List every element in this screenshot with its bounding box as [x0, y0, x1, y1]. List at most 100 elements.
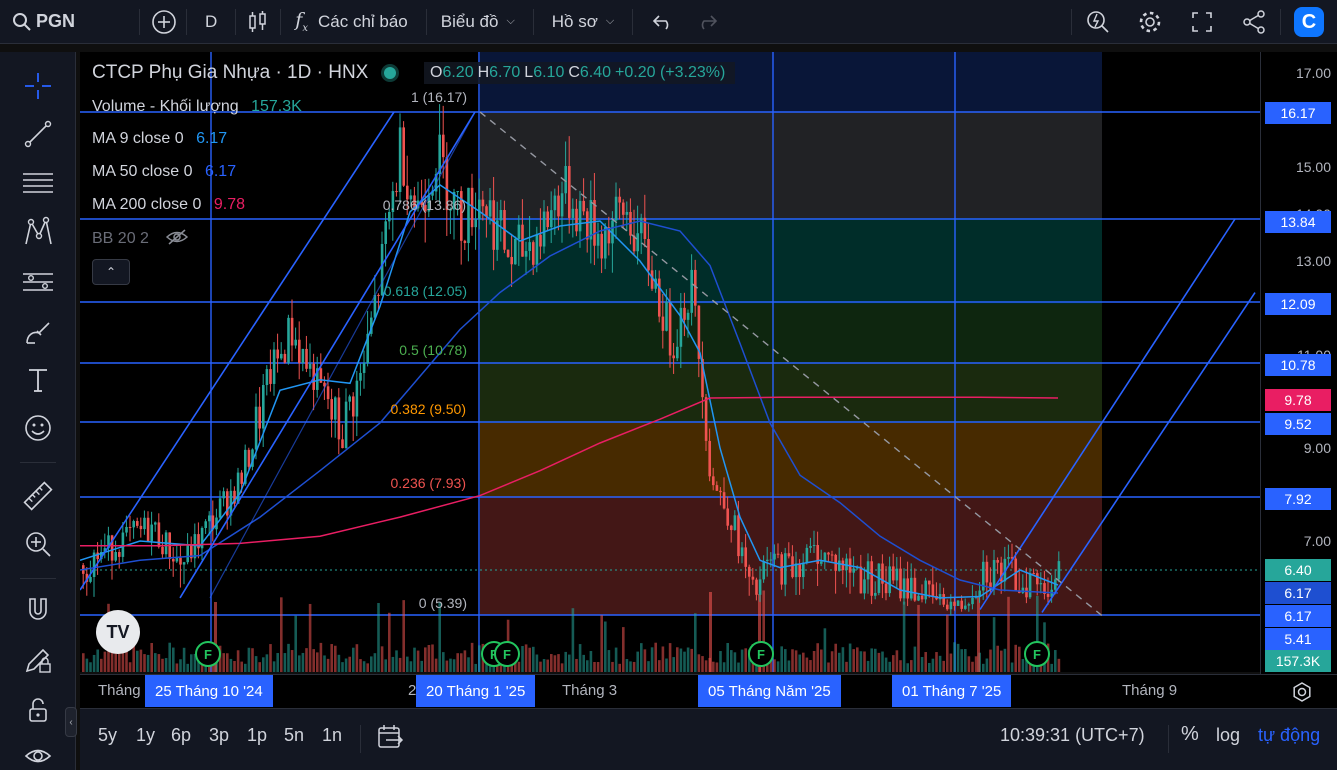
log-toggle[interactable]: log: [1216, 725, 1240, 746]
candle-body: [683, 307, 686, 320]
volume-bar: [622, 627, 625, 672]
candle-body: [118, 552, 121, 557]
volume-bar: [917, 604, 920, 672]
text-icon: [29, 369, 47, 392]
volume-bar: [136, 650, 139, 672]
volume-spike: [977, 597, 980, 672]
dividend-marker[interactable]: F: [1024, 641, 1050, 667]
volume-bar: [316, 652, 319, 672]
price-chart[interactable]: [80, 52, 1260, 672]
ruler-tool[interactable]: [14, 476, 62, 516]
fib-level-label: 0.236 (7.93): [390, 475, 467, 491]
ma50-legend[interactable]: MA 50 close 0 6.17: [92, 163, 236, 181]
candle-body: [359, 372, 362, 381]
chart-type-button[interactable]: [236, 0, 280, 44]
volume-legend[interactable]: Volume - Khối lượng 157.3K: [92, 98, 302, 116]
candle-body: [568, 166, 571, 218]
dividend-marker[interactable]: F: [494, 641, 520, 667]
redo-button[interactable]: [685, 0, 729, 44]
collapse-legend-button[interactable]: ⌃: [92, 259, 130, 285]
dividend-marker[interactable]: F: [195, 641, 221, 667]
visibility-tool[interactable]: [14, 736, 62, 770]
symbol-title[interactable]: CTCP Phụ Gia Nhựa · 1D · HNX: [92, 62, 406, 84]
volume-bar: [186, 663, 189, 672]
bb-legend[interactable]: BB 20 2: [92, 228, 189, 248]
candle-body: [298, 339, 301, 363]
crosshair-tool[interactable]: [14, 66, 62, 106]
ma9-legend[interactable]: MA 9 close 0 6.17: [92, 130, 227, 148]
candle-body: [647, 238, 650, 271]
indicators-button[interactable]: fx Các chỉ báo: [281, 0, 417, 44]
volume-bar: [888, 661, 891, 672]
forecast-tool[interactable]: [14, 262, 62, 302]
profile-menu-label: Hồ sơ: [551, 11, 598, 31]
emoji-tool[interactable]: [14, 408, 62, 448]
ma200-value: 9.78: [213, 196, 245, 213]
chart-menu-button[interactable]: Biểu đồ ⌵: [427, 0, 525, 44]
horizontal-lines-icon: [23, 173, 53, 193]
zoom-tool[interactable]: [14, 524, 62, 564]
toolbar-collapse-handle[interactable]: ‹: [65, 707, 77, 737]
candle-body: [614, 196, 618, 221]
profile-menu-button[interactable]: Hồ sơ ⌵: [534, 0, 624, 44]
range-button-1y[interactable]: 1y: [136, 725, 155, 746]
candle-body: [910, 577, 913, 599]
dividend-marker[interactable]: F: [748, 641, 774, 667]
price-badge: 7.92: [1265, 488, 1331, 510]
volume-bar: [571, 608, 575, 672]
unlock-tool[interactable]: [14, 690, 62, 730]
range-button-6p[interactable]: 6p: [171, 725, 191, 746]
candle-body: [985, 561, 989, 583]
symbol-search[interactable]: PGN: [0, 0, 85, 44]
volume-bar: [251, 648, 254, 672]
candle-body: [571, 208, 575, 218]
compare-button[interactable]: [142, 0, 186, 44]
date-range-button[interactable]: [376, 723, 404, 756]
fullscreen-button[interactable]: [1176, 0, 1228, 44]
candle-body: [751, 576, 755, 580]
volume-bar: [704, 660, 708, 672]
range-button-3p[interactable]: 3p: [209, 725, 229, 746]
ohlc-key: H: [477, 64, 490, 81]
percent-toggle[interactable]: %: [1181, 723, 1199, 746]
price-scale[interactable]: 17.0015.0014.0013.0011.009.007.0016.1713…: [1260, 52, 1337, 674]
volume-bar: [697, 654, 701, 672]
candle-body: [1032, 573, 1035, 575]
volume-bar: [712, 661, 715, 672]
volume-bar: [258, 662, 261, 672]
range-button-5n[interactable]: 5n: [284, 725, 304, 746]
volume-bar: [967, 656, 971, 672]
range-button-1n[interactable]: 1n: [322, 725, 342, 746]
candle-body: [384, 221, 387, 244]
settings-button[interactable]: [1124, 0, 1176, 44]
interval-button[interactable]: D: [187, 0, 235, 44]
volume-bar: [784, 649, 787, 672]
volume-bar: [776, 661, 780, 672]
tradingview-logo[interactable]: TV: [96, 610, 140, 654]
undo-button[interactable]: [641, 0, 685, 44]
volume-bar: [420, 660, 423, 672]
pattern-tool[interactable]: [14, 212, 62, 252]
trend-line-tool[interactable]: [14, 114, 62, 154]
ma200-legend[interactable]: MA 200 close 0 9.78: [92, 196, 245, 214]
clock-button[interactable]: 10:39:31 (UTC+7): [1000, 725, 1145, 746]
volume-bar: [780, 646, 783, 672]
chart-settings-button[interactable]: [1291, 681, 1313, 708]
range-button-5y[interactable]: 5y: [98, 725, 117, 746]
volume-bar: [132, 644, 135, 672]
symbol-title-text: CTCP Phụ Gia Nhựa · 1D · HNX: [92, 62, 369, 83]
brush-tool[interactable]: [14, 312, 62, 352]
chart-pane[interactable]: [80, 52, 1260, 672]
auto-scale-toggle[interactable]: tự động: [1258, 725, 1320, 746]
time-badge: 01 Tháng 7 '25: [892, 675, 1012, 707]
text-tool[interactable]: [14, 360, 62, 400]
volume-bar: [175, 663, 179, 672]
candle-body: [658, 278, 661, 317]
magnet-tool[interactable]: [14, 590, 62, 630]
share-button[interactable]: [1228, 0, 1280, 44]
lock-drawings-tool[interactable]: [14, 640, 62, 680]
alert-button[interactable]: [1072, 0, 1124, 44]
fib-tool[interactable]: [14, 162, 62, 202]
range-button-1p[interactable]: 1p: [247, 725, 267, 746]
time-scale[interactable]: Tháng 2 Tháng 3 Tháng 9 25 Tháng 10 '24 20 Th…: [80, 674, 1337, 708]
